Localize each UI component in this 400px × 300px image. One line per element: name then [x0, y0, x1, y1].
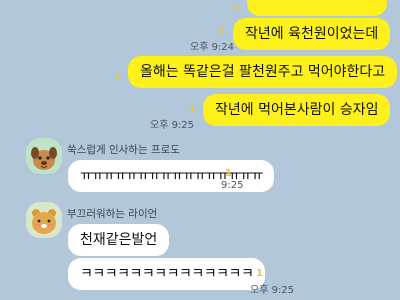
unread-count: 1 — [232, 2, 239, 13]
message-time: 오후 9:25 — [150, 120, 195, 131]
frodo-dog-icon — [26, 138, 62, 174]
ryan-lion-icon — [26, 202, 62, 238]
ryan-lion-avatar[interactable] — [26, 202, 62, 238]
unread-count: 1 — [189, 104, 196, 115]
unread-count: 1 — [114, 72, 121, 83]
unread-count: 1 — [256, 268, 263, 279]
message-time: 오후 9:24 — [190, 42, 235, 53]
my-message-bubble[interactable]: 올해는 똑같은걸 팔천원주고 먹어야한다고 — [128, 56, 398, 88]
my-message-bubble[interactable] — [247, 0, 387, 16]
my-message-bubble[interactable]: 작년에 육천원이었는데 — [233, 18, 391, 50]
unread-count: 1 — [218, 26, 225, 37]
peer-message-bubble[interactable]: 천재같은발언 — [68, 224, 170, 256]
my-message-bubble[interactable]: 작년에 먹어본사람이 승자임 — [203, 94, 391, 126]
sender-name: 쑥스럽게 인사하는 프로도 — [67, 144, 180, 156]
peer-message-bubble[interactable]: ㅋㅋㅋㅋㅋㅋㅋㅋㅋㅋㅋㅋㅋㅋ — [68, 258, 266, 290]
message-time: 9:25 — [221, 180, 244, 191]
chat-room[interactable]: 1 작년에 육천원이었는데 1 오후 9:24 올해는 똑같은걸 팔천원주고 먹… — [0, 0, 400, 300]
sender-name: 부끄러워하는 라이언 — [67, 208, 158, 220]
message-time: 오후 9:25 — [250, 285, 295, 296]
frodo-dog-avatar[interactable] — [26, 138, 62, 174]
unread-count: 1 — [225, 168, 232, 179]
